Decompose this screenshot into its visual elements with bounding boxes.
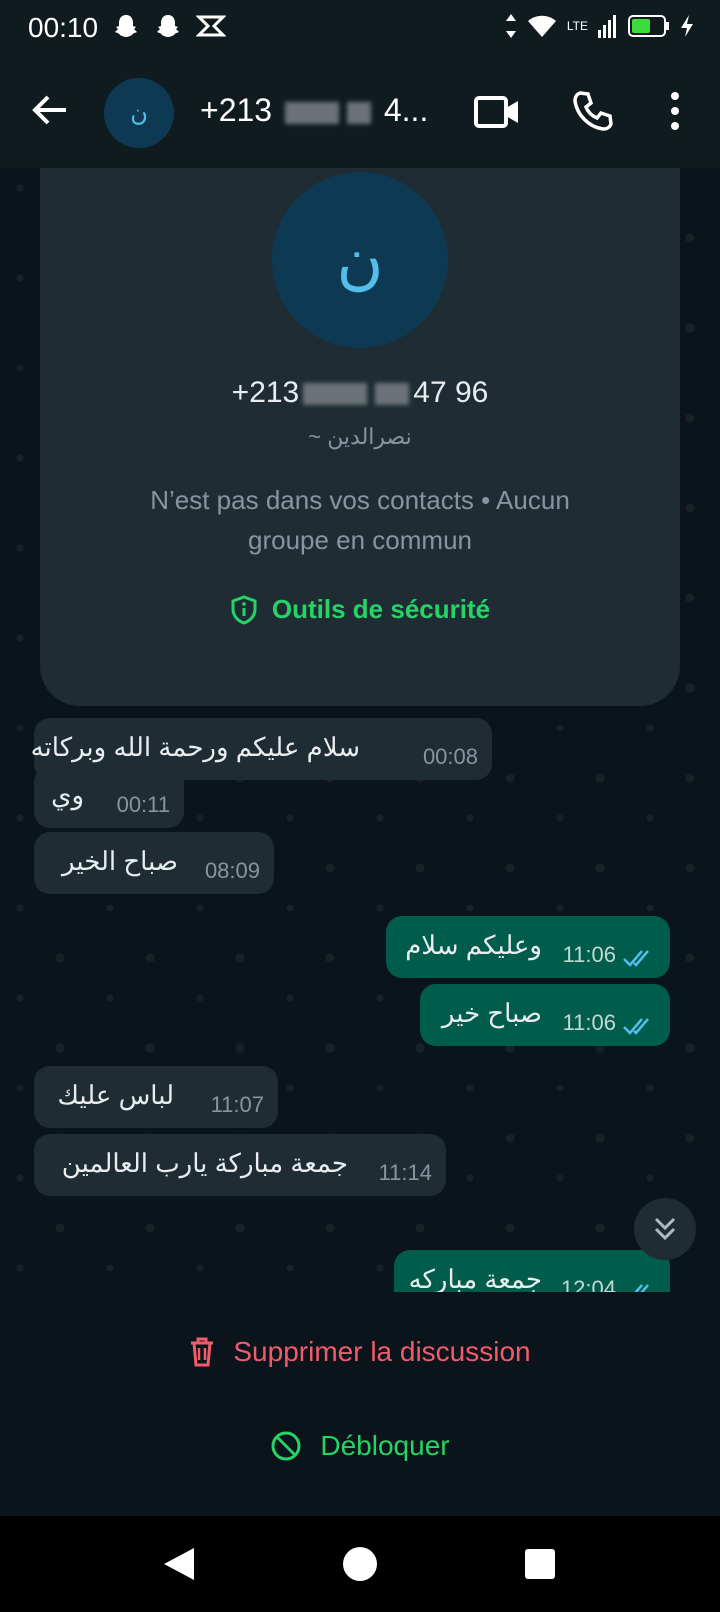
- message-text: صباح خير: [441, 998, 542, 1028]
- status-bar: 00:10 LTE: [0, 0, 720, 56]
- status-time: 00:10: [28, 12, 99, 43]
- message-time: 11:06: [562, 942, 616, 967]
- message-outgoing[interactable]: وعليكم سلام 11:06: [386, 916, 670, 978]
- contact-status-info: N’est pas dans vos contacts • Aucun grou…: [150, 485, 570, 555]
- read-receipt-icon: [634, 1284, 649, 1292]
- redacted-number: [303, 383, 368, 406]
- message-text: صباح الخير: [62, 846, 178, 876]
- contact-info-card: ن +213 47 96 ~ نصرالدين N’est pas dans vo…: [40, 168, 680, 706]
- network-type: LTE: [566, 19, 588, 33]
- contact-push-name: ~ نصرالدين: [308, 424, 412, 449]
- message-outgoing[interactable]: صباح خير 11:06: [420, 984, 670, 1046]
- phone-suffix: 7 96: [429, 376, 489, 409]
- battery-icon: [628, 15, 669, 37]
- wifi-icon: [527, 15, 556, 37]
- message-text: جمعة مباركه: [408, 1264, 542, 1292]
- data-arrows-icon: [505, 14, 516, 38]
- signal-icon: [598, 15, 616, 38]
- message-time: 00:11: [116, 792, 170, 817]
- nav-recents-icon[interactable]: [524, 1548, 556, 1580]
- scroll-to-bottom-button[interactable]: [634, 1198, 696, 1260]
- blocked-chat-actions: Supprimer la discussion Débloquer: [0, 1292, 720, 1516]
- read-receipt-icon: [623, 1018, 649, 1035]
- double-chevron-down-icon: [654, 1217, 676, 1241]
- read-receipt-icon: [623, 950, 649, 967]
- message-time: 11:07: [210, 1092, 264, 1117]
- charging-icon: [681, 15, 693, 37]
- message-time: 08:09: [204, 858, 260, 883]
- system-icons: LTE: [505, 12, 694, 40]
- message-text: سلام عليكم ورحمة الله وبركاته: [30, 732, 360, 762]
- snapchat-icon: [157, 15, 179, 37]
- message-incoming[interactable]: وي 00:11: [34, 766, 184, 828]
- phone-call-icon[interactable]: [572, 90, 614, 132]
- block-icon: [271, 1431, 301, 1461]
- message-text: وعليكم سلام: [405, 930, 542, 960]
- message-text: لباس عليك: [57, 1080, 174, 1110]
- notification-icons: [112, 12, 226, 40]
- security-tools-label: Outils de sécurité: [271, 594, 491, 624]
- message-text: وي: [51, 780, 84, 810]
- unblock-label: Débloquer: [320, 1430, 450, 1461]
- message-incoming[interactable]: لباس عليك 11:07: [34, 1066, 278, 1128]
- contact-avatar-large[interactable]: ن: [272, 172, 448, 348]
- message-time: 00:08: [422, 744, 478, 769]
- redacted-number: [284, 101, 339, 124]
- message-incoming[interactable]: صباح الخير 08:09: [34, 832, 274, 894]
- system-nav-bar: [0, 1516, 720, 1612]
- redacted-number: [346, 101, 371, 124]
- shield-icon: [231, 594, 257, 625]
- snapchat-icon: [115, 15, 137, 37]
- delete-chat-button[interactable]: Supprimer la discussion: [0, 1336, 720, 1368]
- more-options-icon[interactable]: [662, 90, 688, 132]
- capcut-icon: [196, 15, 226, 37]
- title-prefix: +213: [200, 92, 273, 128]
- contact-phone: +213 47 96: [40, 376, 680, 410]
- chat-header: ن +213 4...: [0, 56, 720, 168]
- redacted-number: [375, 383, 410, 406]
- message-text: جمعة مباركة يارب العالمين: [61, 1148, 348, 1178]
- trash-icon: [191, 1337, 214, 1367]
- message-time: 12:04: [560, 1276, 616, 1292]
- message-time: 11:14: [378, 1160, 432, 1185]
- message-time: 11:06: [562, 1010, 616, 1035]
- avatar-letter: ن: [336, 223, 384, 296]
- security-tools-link[interactable]: Outils de sécurité: [40, 594, 680, 625]
- contact-avatar[interactable]: ن: [104, 78, 174, 148]
- contact-title[interactable]: +213 4...: [200, 92, 428, 129]
- message-incoming[interactable]: جمعة مباركة يارب العالمين 11:14: [34, 1134, 446, 1196]
- avatar-letter: ن: [130, 99, 148, 127]
- message-outgoing[interactable]: جمعة مباركه 12:04: [394, 1250, 670, 1292]
- title-suffix: 4...: [383, 92, 429, 128]
- nav-back-icon[interactable]: [162, 1546, 196, 1582]
- phone-mid: 4: [413, 376, 430, 409]
- back-arrow-icon[interactable]: [28, 88, 72, 132]
- video-call-icon[interactable]: [474, 94, 520, 130]
- delete-chat-label: Supprimer la discussion: [233, 1336, 531, 1367]
- nav-home-icon[interactable]: [342, 1546, 378, 1582]
- unblock-button[interactable]: Débloquer: [0, 1430, 720, 1462]
- phone-prefix: +213: [231, 376, 300, 409]
- chat-area[interactable]: ن +213 47 96 ~ نصرالدين N’est pas dans vo…: [0, 168, 720, 1292]
